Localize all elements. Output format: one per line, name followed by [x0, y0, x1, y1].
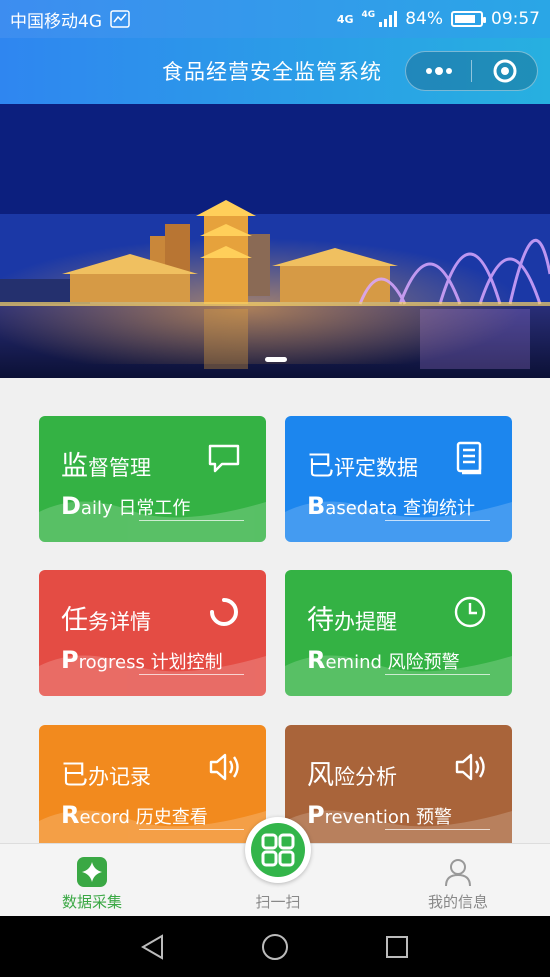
- menu-card[interactable]: 任务详情 Progress 计划控制: [39, 570, 266, 696]
- chat-icon: [206, 440, 242, 476]
- battery-percent: 84%: [405, 9, 443, 29]
- network-type-label: 4G: [336, 12, 354, 26]
- loading-icon: [206, 594, 242, 630]
- carousel-indicator[interactable]: [265, 357, 287, 362]
- miniapp-capsule: [405, 51, 538, 91]
- card-subtitle: Daily 日常工作: [61, 492, 190, 520]
- close-button[interactable]: [472, 52, 537, 90]
- status-left: 中国移动4G: [10, 7, 130, 32]
- card-underline: [385, 674, 490, 675]
- card-underline: [139, 829, 244, 830]
- tab-data-collection[interactable]: 数据采集: [22, 844, 162, 917]
- menu-card[interactable]: 已评定数据 Basedata 查询统计: [285, 416, 512, 542]
- tab-label: 数据采集: [61, 893, 122, 911]
- document-icon: [452, 440, 488, 476]
- scan-grid-icon: [261, 833, 295, 867]
- tab-my-info[interactable]: 我的信息: [388, 844, 528, 917]
- scan-inner: [251, 823, 305, 877]
- back-triangle-icon[interactable]: [140, 934, 166, 960]
- card-subtitle: Progress 计划控制: [61, 646, 223, 674]
- card-subtitle: Prevention 预警: [307, 801, 452, 829]
- card-title-rest: 办记录: [88, 765, 151, 789]
- card-title-rest: 督管理: [88, 456, 151, 480]
- user-icon: [445, 859, 471, 887]
- card-underline: [139, 520, 244, 521]
- tab-label: 我的信息: [427, 893, 488, 911]
- card-subtitle: Record 历史查看: [61, 801, 208, 829]
- card-subtitle-initial: P: [307, 801, 325, 829]
- status-right: 4G 4G 84% 09:57: [337, 9, 540, 29]
- tab-label: 扫一扫: [255, 893, 301, 911]
- banner-image: [0, 104, 550, 378]
- battery-icon: [451, 11, 486, 27]
- notification-icon: [110, 10, 130, 28]
- menu-grid: 监督管理 Daily 日常工作 已评定数据 Basedata 查询统计 任务详情 Prog…: [0, 378, 550, 851]
- card-underline: [139, 674, 244, 675]
- card-subtitle: Basedata 查询统计: [307, 492, 475, 520]
- carrier-label: 中国移动4G: [10, 11, 102, 32]
- card-title: 待办提醒: [307, 598, 397, 637]
- card-title-initial: 监: [61, 451, 88, 482]
- card-subtitle-initial: B: [307, 492, 326, 520]
- status-bar: 中国移动4G 4G 4G 84% 09:57: [0, 0, 550, 38]
- card-subtitle-initial: D: [61, 492, 81, 520]
- clock-time: 09:57: [491, 9, 540, 29]
- card-title: 已评定数据: [307, 444, 418, 483]
- card-subtitle-rest: ecord 历史查看: [79, 807, 208, 828]
- network-type-label-2: 4G: [361, 10, 376, 20]
- card-title-rest: 办提醒: [334, 610, 397, 634]
- system-nav-bar: [0, 916, 550, 977]
- clock-icon: [452, 594, 488, 630]
- page-title: 食品经营安全监管系统: [162, 60, 382, 84]
- signal-icon: 4G: [362, 11, 398, 27]
- card-title: 监督管理: [61, 444, 151, 483]
- more-button[interactable]: [406, 52, 471, 90]
- card-subtitle-initial: R: [307, 646, 326, 674]
- card-underline: [385, 520, 490, 521]
- card-title: 任务详情: [61, 598, 151, 637]
- menu-card[interactable]: 监督管理 Daily 日常工作: [39, 416, 266, 542]
- speaker-icon: [206, 749, 242, 785]
- banner-carousel[interactable]: [0, 104, 550, 378]
- card-underline: [385, 829, 490, 830]
- menu-card[interactable]: 待办提醒 Remind 风险预警: [285, 570, 512, 696]
- card-title-initial: 已: [307, 451, 334, 482]
- card-subtitle-rest: revention 预警: [324, 807, 453, 828]
- target-icon: [493, 59, 516, 83]
- menu-card[interactable]: 风险分析 Prevention 预警: [285, 725, 512, 851]
- card-subtitle-rest: asedata 查询统计: [325, 498, 476, 519]
- home-circle-icon[interactable]: [261, 933, 289, 961]
- card-title-initial: 待: [307, 605, 334, 636]
- card-title-initial: 任: [61, 605, 88, 636]
- card-title: 风险分析: [307, 753, 397, 792]
- card-title-rest: 务详情: [88, 610, 151, 634]
- card-subtitle: Remind 风险预警: [307, 646, 460, 674]
- recent-square-icon[interactable]: [385, 935, 409, 959]
- card-title-initial: 已: [61, 760, 88, 791]
- card-subtitle-rest: rogress 计划控制: [78, 652, 223, 673]
- scan-button[interactable]: [245, 817, 311, 883]
- card-title: 已办记录: [61, 753, 151, 792]
- speaker-icon: [452, 749, 488, 785]
- nav-bar: 食品经营安全监管系统: [0, 38, 550, 104]
- card-subtitle-initial: R: [61, 801, 80, 829]
- card-title-initial: 风: [307, 760, 334, 791]
- menu-card[interactable]: 已办记录 Record 历史查看: [39, 725, 266, 851]
- clover-icon: [77, 857, 107, 887]
- card-subtitle-initial: P: [61, 646, 79, 674]
- more-dots-icon: [425, 67, 452, 75]
- card-title-rest: 险分析: [334, 765, 397, 789]
- card-title-rest: 评定数据: [334, 456, 418, 480]
- card-subtitle-rest: aily 日常工作: [80, 498, 191, 519]
- card-subtitle-rest: emind 风险预警: [325, 652, 460, 673]
